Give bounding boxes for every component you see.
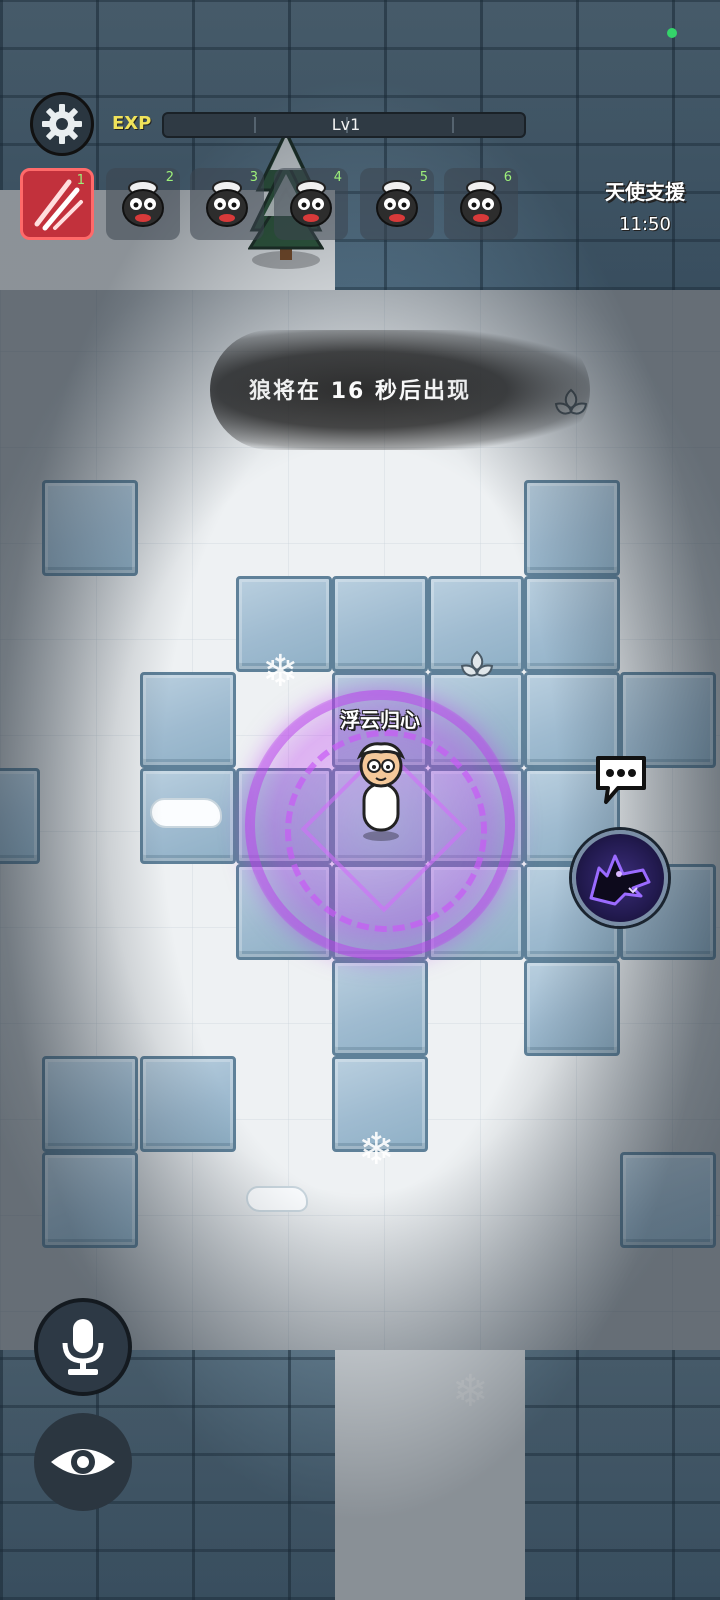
slot-2[interactable]: 2 xyxy=(106,168,180,240)
slot-1[interactable]: 1 xyxy=(20,168,94,240)
ice-tile xyxy=(620,1152,716,1248)
slot-3[interactable]: 3 xyxy=(190,168,264,240)
ice-tile xyxy=(140,672,236,768)
wolf-howl-icon xyxy=(589,854,651,906)
exp-label: EXP xyxy=(112,113,152,134)
slot-5[interactable]: 5 xyxy=(360,168,434,240)
sheep-face-icon xyxy=(460,180,502,227)
angel-support-timer: 11:50 xyxy=(619,214,671,235)
ice-tile xyxy=(332,576,428,672)
ice-tile xyxy=(42,1056,138,1152)
ice-tile xyxy=(140,1056,236,1152)
slot-number: 6 xyxy=(503,170,512,185)
slot-number: 4 xyxy=(333,170,342,185)
sheep-face-icon xyxy=(290,180,332,227)
sheep-face-icon xyxy=(122,180,164,227)
ice-tile xyxy=(524,480,620,576)
ice-tile xyxy=(524,960,620,1056)
eye-icon xyxy=(51,1449,115,1475)
snow-pile xyxy=(246,1186,308,1212)
ice-tile xyxy=(332,960,428,1056)
player-name: 浮云归心 xyxy=(340,708,420,732)
ice-tile xyxy=(524,576,620,672)
microphone-icon xyxy=(62,1319,104,1375)
slot-number: 2 xyxy=(165,170,174,185)
gear-icon xyxy=(42,104,82,144)
slot-number: 3 xyxy=(249,170,258,185)
snow-floor-opening xyxy=(335,1350,525,1600)
ice-tile xyxy=(42,480,138,576)
settings-button[interactable] xyxy=(30,92,94,156)
ice-tile xyxy=(0,768,40,864)
leaf-icon xyxy=(460,650,494,677)
slot-6[interactable]: 6 xyxy=(444,168,518,240)
slot-number: 1 xyxy=(76,173,85,188)
exp-bar: Lv1 xyxy=(162,112,526,138)
sheep-player[interactable] xyxy=(346,738,416,844)
status-dot xyxy=(667,28,677,38)
snowflake-icon: ❄ xyxy=(452,1366,489,1417)
angel-support-label[interactable]: 天使支援 xyxy=(590,176,700,205)
slot-number: 5 xyxy=(419,170,428,185)
microphone-button[interactable] xyxy=(34,1298,132,1396)
wolf-skill-button[interactable] xyxy=(572,830,668,926)
chat-button[interactable] xyxy=(592,752,650,806)
snowflake-icon: ❄ xyxy=(358,1124,395,1175)
snowflake-icon: ❄ xyxy=(262,646,299,697)
ice-tile xyxy=(42,1152,138,1248)
slot-4[interactable]: 4 xyxy=(274,168,348,240)
sheep-face-icon xyxy=(206,180,248,227)
sheep-face-icon xyxy=(376,180,418,227)
wolf-countdown-text: 狼将在 16 秒后出现 xyxy=(249,379,471,404)
view-toggle-button[interactable] xyxy=(34,1413,132,1511)
snow-pile xyxy=(150,798,222,828)
level-label: Lv1 xyxy=(331,115,361,134)
